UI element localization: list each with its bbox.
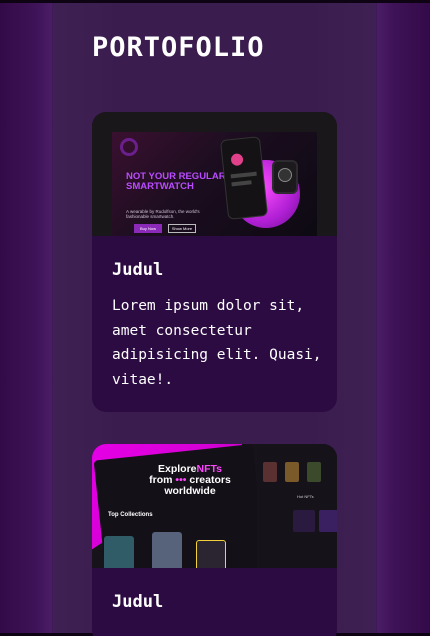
- screenshot-headline: NOT YOUR REGULAR SMARTWATCH: [126, 171, 226, 192]
- smartwatch-screenshot: NOT YOUR REGULAR SMARTWATCH A wearable b…: [92, 112, 337, 236]
- page-title: PORTOFOLIO: [92, 32, 265, 63]
- portfolio-card[interactable]: NOT YOUR REGULAR SMARTWATCH A wearable b…: [92, 112, 337, 412]
- screenshot-subtext: A wearable by Rudolfson, the world's fas…: [126, 209, 200, 219]
- screenshot-right-label: Hot NFTs: [297, 494, 314, 499]
- smartwatch-mockup: [272, 160, 298, 194]
- screenshot-right-panel: Hot NFTs: [257, 444, 337, 568]
- card-heading: Judul: [112, 260, 164, 280]
- nft-marketplace-screenshot: ExploreNFTs from ••• creators worldwide …: [92, 444, 337, 568]
- nft-item: [196, 540, 226, 568]
- screenshot-headline: ExploreNFTs from ••• creators worldwide: [149, 463, 231, 497]
- screenshot-more-button: Show More: [168, 224, 196, 233]
- portfolio-card[interactable]: ExploreNFTs from ••• creators worldwide …: [92, 444, 337, 636]
- left-side-panel: [0, 3, 52, 633]
- card-heading: Judul: [112, 592, 164, 612]
- right-side-panel: [377, 3, 430, 633]
- phone-mockup: [219, 136, 269, 220]
- screenshot-section-label: Top Collections: [108, 512, 153, 518]
- nft-item: [104, 536, 134, 568]
- card-description: Lorem ipsum dolor sit, amet consectetur …: [112, 298, 322, 388]
- portfolio-thumbnail[interactable]: ExploreNFTs from ••• creators worldwide …: [92, 444, 337, 568]
- logo-ring-icon: [120, 138, 138, 156]
- screenshot-buy-button: Buy Now: [134, 224, 162, 233]
- portfolio-thumbnail[interactable]: NOT YOUR REGULAR SMARTWATCH A wearable b…: [92, 112, 337, 236]
- nft-item: [152, 532, 182, 568]
